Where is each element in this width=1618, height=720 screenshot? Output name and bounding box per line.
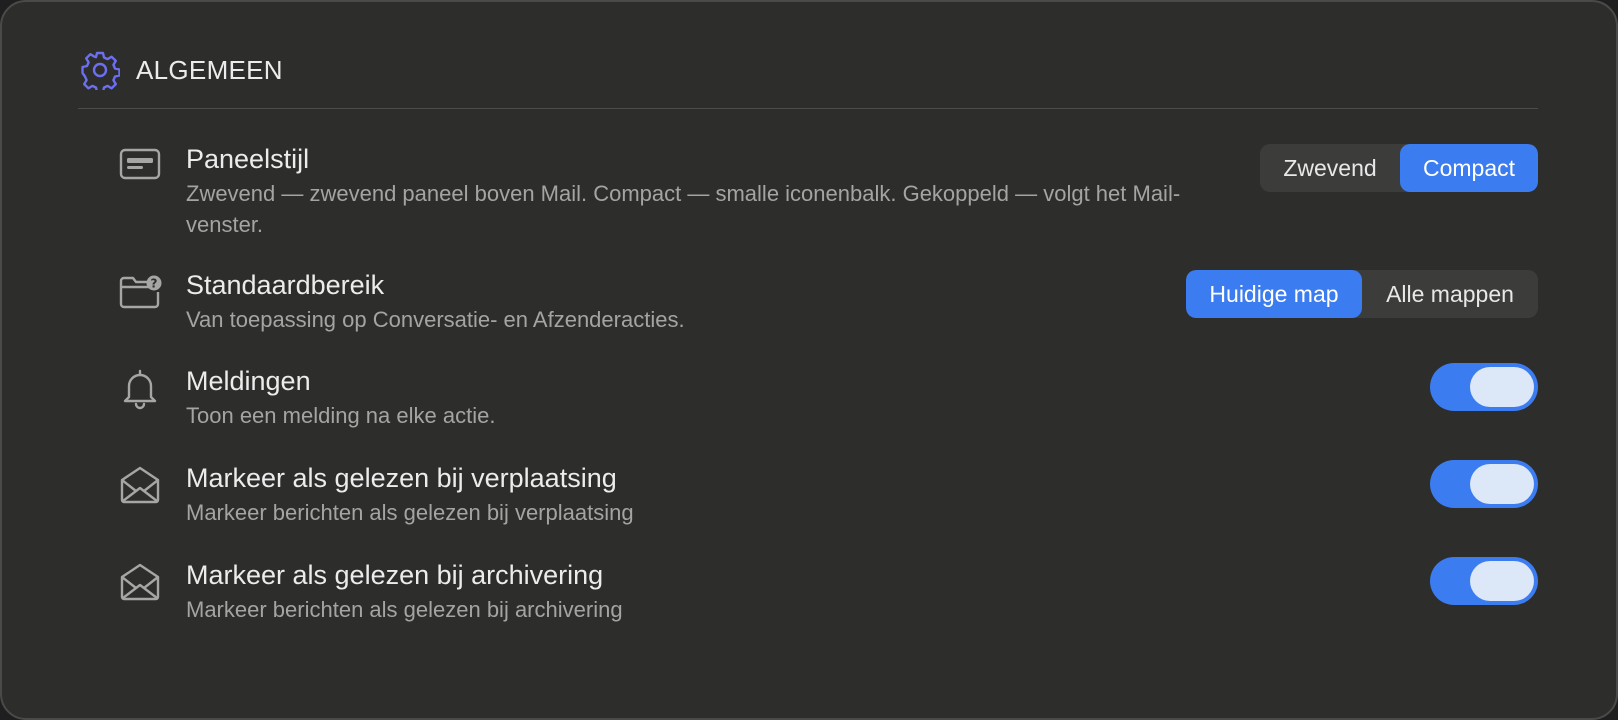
setting-description: Zwevend — zwevend paneel boven Mail. Com…: [186, 181, 1181, 237]
setting-row-mark-read-move: Markeer als gelezen bij verplaatsing Mar…: [118, 460, 1538, 525]
panel-card-icon: [118, 142, 162, 186]
envelope-open-icon: [118, 560, 162, 604]
toggle-knob: [1470, 561, 1534, 601]
setting-description: Toon een melding na elke actie.: [186, 403, 496, 428]
toggle-knob: [1470, 464, 1534, 504]
section-divider: [78, 108, 1538, 109]
option-zwevend[interactable]: Zwevend: [1260, 144, 1400, 192]
gear-icon: [81, 51, 120, 90]
option-compact[interactable]: Compact: [1400, 144, 1538, 192]
svg-text:?: ?: [151, 277, 158, 291]
setting-description: Van toepassing op Conversatie- en Afzend…: [186, 307, 685, 332]
settings-panel: ALGEMEEN Paneelstijl Zwevend — zwevend p…: [0, 0, 1618, 720]
setting-title: Paneelstijl: [186, 144, 310, 174]
setting-title: Standaardbereik: [186, 270, 385, 300]
setting-description: Markeer berichten als gelezen bij archiv…: [186, 597, 623, 622]
setting-description: Markeer berichten als gelezen bij verpla…: [186, 500, 634, 525]
setting-title: Markeer als gelezen bij verplaatsing: [186, 463, 617, 493]
setting-row-mark-read-archive: Markeer als gelezen bij archivering Mark…: [118, 557, 1538, 622]
section-header: ALGEMEEN: [80, 50, 283, 90]
setting-row-standaardbereik: ? Standaardbereik Van toepassing op Conv…: [118, 268, 1538, 332]
folder-question-icon: ?: [118, 270, 162, 314]
option-huidige-map[interactable]: Huidige map: [1186, 270, 1362, 318]
scope-segmented-control: Huidige map Alle mappen: [1186, 270, 1538, 318]
bell-icon: [118, 366, 162, 410]
mark-read-move-toggle[interactable]: [1430, 460, 1538, 508]
mark-read-archive-toggle[interactable]: [1430, 557, 1538, 605]
setting-title: Meldingen: [186, 366, 311, 396]
section-title: ALGEMEEN: [136, 54, 283, 85]
notifications-toggle[interactable]: [1430, 363, 1538, 411]
setting-row-meldingen: Meldingen Toon een melding na elke actie…: [118, 363, 1538, 428]
setting-title: Markeer als gelezen bij archivering: [186, 560, 604, 590]
option-alle-mappen[interactable]: Alle mappen: [1362, 270, 1538, 318]
toggle-knob: [1470, 367, 1534, 407]
panel-style-segmented-control: Zwevend Compact: [1260, 144, 1538, 192]
setting-row-paneelstijl: Paneelstijl Zwevend — zwevend paneel bov…: [118, 142, 1538, 238]
envelope-open-icon: [118, 463, 162, 507]
